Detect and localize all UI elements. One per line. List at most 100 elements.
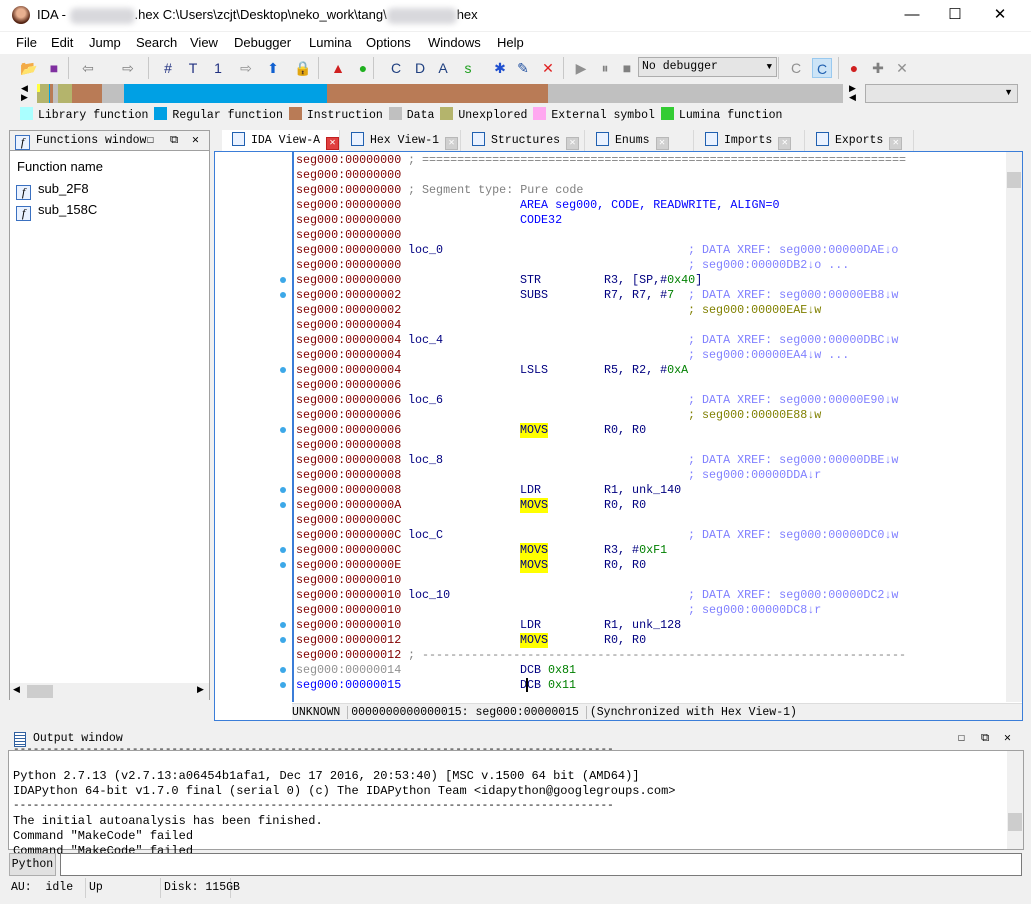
menu-search[interactable]: Search <box>136 35 177 50</box>
disasm-line[interactable]: seg000:00000008 LDR R1, unk_140 <box>296 483 996 498</box>
disassembly-listing[interactable]: seg000:00000000 ; =======================… <box>292 152 1007 702</box>
add-tracepoint-icon[interactable]: ✚ <box>868 58 888 78</box>
navband-segment[interactable] <box>102 84 125 103</box>
delete-tracepoint-icon[interactable]: ✕ <box>892 58 912 78</box>
maximize-icon[interactable]: ☐ <box>147 131 154 151</box>
breakpoint-dot-icon[interactable] <box>280 667 286 673</box>
green-circle-icon[interactable]: ● <box>353 58 373 78</box>
scroll-right-icon[interactable]: ▶ <box>197 684 204 695</box>
tab-hex-view-1[interactable]: Hex View-1 ✕ <box>341 130 461 151</box>
tab-ida-view-a[interactable]: IDA View-A ✕ <box>222 130 340 151</box>
breakpoint-icon[interactable]: ● <box>844 58 864 78</box>
output-log[interactable]: ----------------------------------------… <box>8 744 1024 858</box>
make-string-icon[interactable]: s <box>458 58 478 78</box>
disasm-line[interactable]: seg000:00000012 ; -----------------------… <box>296 648 996 663</box>
disasm-line[interactable]: seg000:0000000C MOVS R3, #0xF1 <box>296 543 996 558</box>
stop-icon[interactable]: ■ <box>617 58 637 78</box>
disasm-line[interactable]: seg000:00000004 <box>296 318 996 333</box>
disasm-line[interactable]: seg000:00000000 ; Segment type: Pure code <box>296 183 996 198</box>
search-text-icon[interactable]: T <box>183 58 203 78</box>
float-icon[interactable]: ⧉ <box>981 728 989 750</box>
disasm-line[interactable]: seg000:00000006 loc_6 ; DATA XREF: seg000:… <box>296 393 996 408</box>
forward-icon[interactable]: ⇨ <box>118 58 138 78</box>
search-immediate-icon[interactable]: 1 <box>208 58 228 78</box>
menu-lumina[interactable]: Lumina <box>309 35 352 50</box>
disasm-line[interactable]: seg000:00000010 LDR R1, unk_128 <box>296 618 996 633</box>
menu-file[interactable]: File <box>16 35 37 50</box>
disasm-line[interactable]: seg000:00000000 <box>296 168 996 183</box>
undefine-icon[interactable]: ✕ <box>538 58 558 78</box>
python-language-button[interactable]: Python <box>9 853 56 876</box>
maximize-button[interactable]: ☐ <box>932 4 978 26</box>
column-header-function-name[interactable]: Function name <box>17 159 103 174</box>
tab-close-icon[interactable]: ✕ <box>778 137 792 150</box>
disasm-line[interactable]: seg000:00000004 loc_4 ; DATA XREF: seg000:… <box>296 333 996 348</box>
disasm-line[interactable]: seg000:00000006 <box>296 378 996 393</box>
tab-close-icon[interactable]: ✕ <box>566 137 580 150</box>
disasm-line[interactable]: seg000:00000010 <box>296 573 996 588</box>
disasm-line[interactable]: seg000:00000008 ; seg000:00000DDA↓r <box>296 468 996 483</box>
search-sequence-icon[interactable]: # <box>158 58 178 78</box>
tab-close-icon[interactable]: ✕ <box>655 137 669 150</box>
navband-segment[interactable] <box>72 84 103 103</box>
menu-view[interactable]: View <box>190 35 218 50</box>
breakpoint-dot-icon[interactable] <box>280 622 286 628</box>
close-icon[interactable]: ✕ <box>1004 728 1011 750</box>
python-command-input[interactable] <box>60 853 1022 876</box>
menu-edit[interactable]: Edit <box>51 35 73 50</box>
nav-right-arrows-icon[interactable]: ▶ ◀ <box>849 84 856 102</box>
navband-segment[interactable] <box>57 84 73 103</box>
menu-jump[interactable]: Jump <box>89 35 121 50</box>
breakpoint-dot-icon[interactable] <box>280 682 286 688</box>
disasm-line[interactable]: seg000:00000002 SUBS R7, R7, #7 ; DATA XREF… <box>296 288 996 303</box>
disasm-line[interactable]: seg000:00000010 ; seg000:00000DC8↓r <box>296 603 996 618</box>
breakpoint-dot-icon[interactable] <box>280 367 286 373</box>
attach-icon[interactable]: C <box>786 58 806 78</box>
struct-icon[interactable]: ✱ <box>490 58 510 78</box>
open-icon[interactable]: 📂 <box>19 58 39 78</box>
disasm-line[interactable]: seg000:00000000 ; =======================… <box>296 153 996 168</box>
close-icon[interactable]: ✕ <box>192 131 199 151</box>
breakpoint-dot-icon[interactable] <box>280 637 286 643</box>
next-unexplored-icon[interactable]: ⇨ <box>236 58 256 78</box>
jump-up-icon[interactable]: ⬆ <box>263 58 283 78</box>
function-list-item[interactable]: f sub_158C <box>16 202 97 221</box>
make-ascii-icon[interactable]: A <box>433 58 453 78</box>
navband-segment[interactable] <box>548 84 843 103</box>
lock-icon[interactable]: 🔒 <box>293 58 313 78</box>
disasm-line[interactable]: seg000:00000012 MOVS R0, R0 <box>296 633 996 648</box>
vertical-scrollbar[interactable] <box>1007 751 1023 849</box>
disasm-line[interactable]: seg000:00000004 LSLS R5, R2, #0xA <box>296 363 996 378</box>
breakpoint-dot-icon[interactable] <box>280 547 286 553</box>
breakpoint-dot-icon[interactable] <box>280 277 286 283</box>
disasm-line[interactable]: seg000:0000000C loc_C ; DATA XREF: seg000:… <box>296 528 996 543</box>
navband-position-marker[interactable] <box>37 84 40 92</box>
disasm-line[interactable]: seg000:00000006 MOVS R0, R0 <box>296 423 996 438</box>
menu-help[interactable]: Help <box>497 35 524 50</box>
scroll-thumb[interactable] <box>1007 172 1021 188</box>
disasm-line[interactable]: seg000:00000000 loc_0 ; DATA XREF: seg000:… <box>296 243 996 258</box>
minimize-button[interactable]: — <box>889 4 935 26</box>
breakpoint-dot-icon[interactable] <box>280 427 286 433</box>
warning-icon[interactable]: ▲ <box>328 58 348 78</box>
float-icon[interactable]: ⧉ <box>170 131 178 151</box>
disasm-line[interactable]: seg000:0000000C <box>296 513 996 528</box>
breakpoint-dot-icon[interactable] <box>280 502 286 508</box>
navband-segment[interactable] <box>124 84 328 103</box>
make-code-icon[interactable]: C <box>386 58 406 78</box>
disasm-line[interactable]: seg000:00000000 CODE32 <box>296 213 996 228</box>
scroll-thumb[interactable] <box>27 685 53 698</box>
disasm-line[interactable]: seg000:00000000 AREA seg000, CODE, READWR… <box>296 198 996 213</box>
disasm-line[interactable]: seg000:0000000A MOVS R0, R0 <box>296 498 996 513</box>
tab-close-icon[interactable]: ✕ <box>445 137 459 150</box>
pause-icon[interactable]: ⏸ <box>595 58 615 78</box>
disasm-line[interactable]: seg000:00000010 loc_10 ; DATA XREF: seg000… <box>296 588 996 603</box>
disasm-line[interactable]: seg000:00000008 <box>296 438 996 453</box>
nav-left-arrows-icon[interactable]: ◀ ▶ <box>21 84 28 102</box>
disasm-line[interactable]: seg000:00000004 ; seg000:00000EA4↓w ... <box>296 348 996 363</box>
tab-imports[interactable]: Imports ✕ <box>695 130 805 151</box>
navband-segment[interactable] <box>327 84 548 103</box>
close-button[interactable]: ✕ <box>977 4 1023 26</box>
tab-enums[interactable]: Enums ✕ <box>586 130 694 151</box>
switch-icon[interactable]: C <box>812 58 832 78</box>
